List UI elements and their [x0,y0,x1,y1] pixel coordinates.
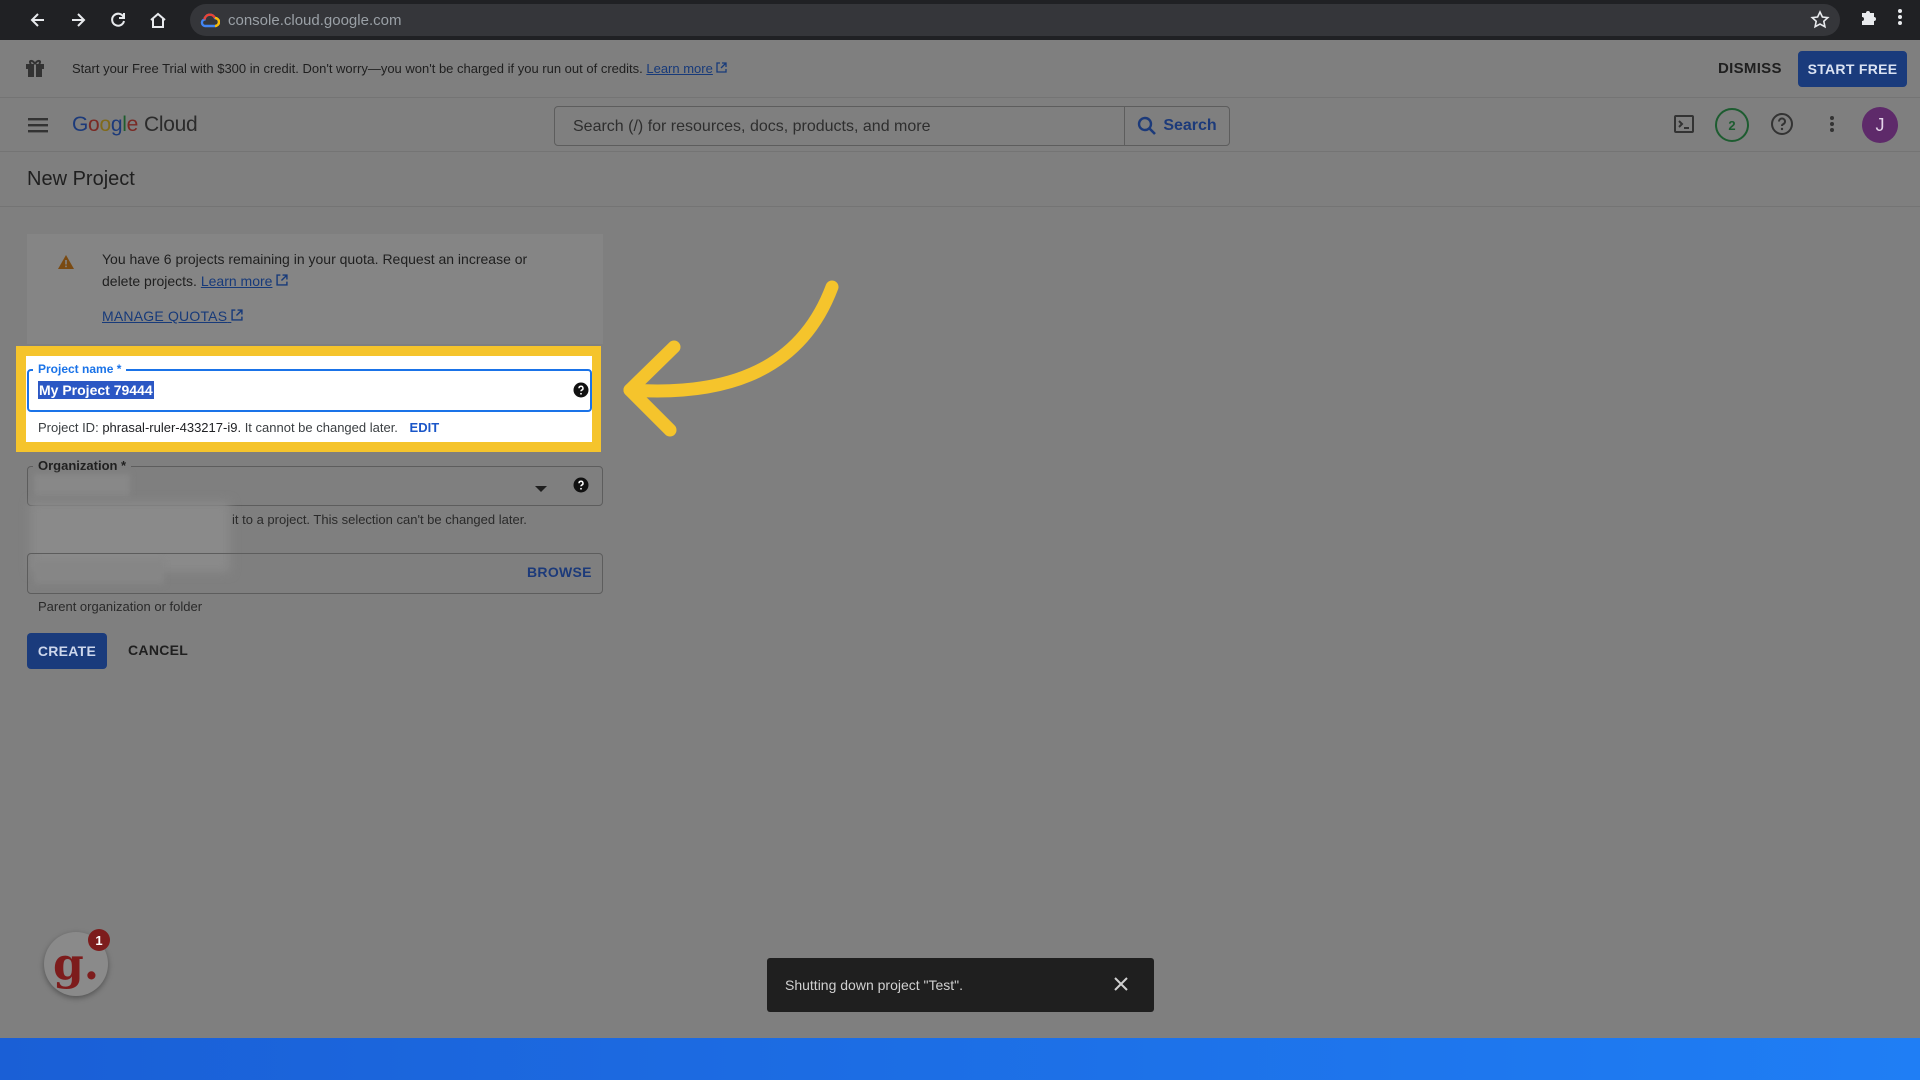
search-button[interactable]: Search [1124,107,1229,145]
location-hint: Parent organization or folder [38,599,203,614]
google-cloud-favicon-icon [200,12,221,33]
search-placeholder: Search (/) for resources, docs, products… [573,118,931,135]
trial-learn-more-link[interactable]: Learn more [646,61,712,76]
notifications-badge[interactable]: 2 [1715,108,1749,142]
manage-quotas-link[interactable]: MANAGE QUOTAS [102,308,243,324]
free-trial-banner: Start your Free Trial with $300 in credi… [0,40,1920,98]
project-name-value[interactable]: My Project 79444 [38,381,154,399]
widget-badge: 1 [88,929,110,951]
browse-button[interactable]: BROWSE [527,564,592,580]
cloud-shell-terminal-icon[interactable] [1672,112,1696,141]
location-value-redacted [34,560,164,584]
console-header: Google Cloud Search (/) for resources, do… [0,98,1920,152]
edit-project-id-button[interactable]: EDIT [410,420,440,435]
browser-toolbar: console.cloud.google.com [0,0,1920,40]
forward-icon[interactable] [64,6,92,34]
avatar[interactable]: J [1862,107,1898,143]
page-title-bar: New Project [0,152,1920,207]
snackbar: Shutting down project "Test". [767,958,1154,1012]
warning-icon [57,254,75,275]
organization-hint: it to a project. This selection can't be… [232,512,527,527]
bottom-bar [0,1038,1920,1080]
snackbar-message: Shutting down project "Test". [785,977,964,993]
create-button[interactable]: CREATE [27,633,107,669]
quota-text: You have 6 projects remaining in your qu… [102,251,528,289]
quota-learn-more-link[interactable]: Learn more [201,273,273,289]
browser-menu-icon[interactable] [1894,6,1906,33]
organization-value-redacted [34,474,130,496]
extensions-puzzle-icon[interactable] [1858,6,1880,33]
trial-message: Start your Free Trial with $300 in credi… [72,61,728,76]
bookmark-star-icon[interactable] [1810,10,1830,35]
external-link-icon [716,61,728,76]
annotation-arrow-icon [623,280,839,437]
help-icon[interactable] [573,382,589,403]
help-icon[interactable] [573,477,589,498]
home-icon[interactable] [144,6,172,34]
more-options-icon[interactable] [1826,112,1838,141]
dismiss-button[interactable]: DISMISS [1718,60,1782,77]
search-input[interactable]: Search (/) for resources, docs, products… [554,106,1230,146]
google-cloud-logo[interactable]: Google Cloud [72,113,198,137]
external-link-icon [231,309,243,321]
dropdown-caret-icon[interactable] [534,480,548,498]
organization-label: Organization * [33,458,132,473]
search-icon [1138,116,1157,135]
gift-icon [24,57,46,84]
back-icon[interactable] [24,6,52,34]
help-icon[interactable] [1770,112,1794,141]
page-title: New Project [27,168,135,190]
close-icon[interactable] [1111,974,1131,999]
cancel-button[interactable]: CANCEL [128,642,188,658]
hamburger-menu-icon[interactable] [26,114,50,141]
start-free-button[interactable]: START FREE [1798,51,1907,87]
url-text: console.cloud.google.com [228,12,402,29]
reload-icon[interactable] [104,6,132,34]
address-bar[interactable]: console.cloud.google.com [190,4,1840,36]
project-id-text: Project ID: phrasal-ruler-433217-i9. It … [38,420,440,435]
quota-notice: You have 6 projects remaining in your qu… [27,234,603,344]
external-link-icon [276,273,288,289]
project-name-label: Project name * [33,362,127,376]
